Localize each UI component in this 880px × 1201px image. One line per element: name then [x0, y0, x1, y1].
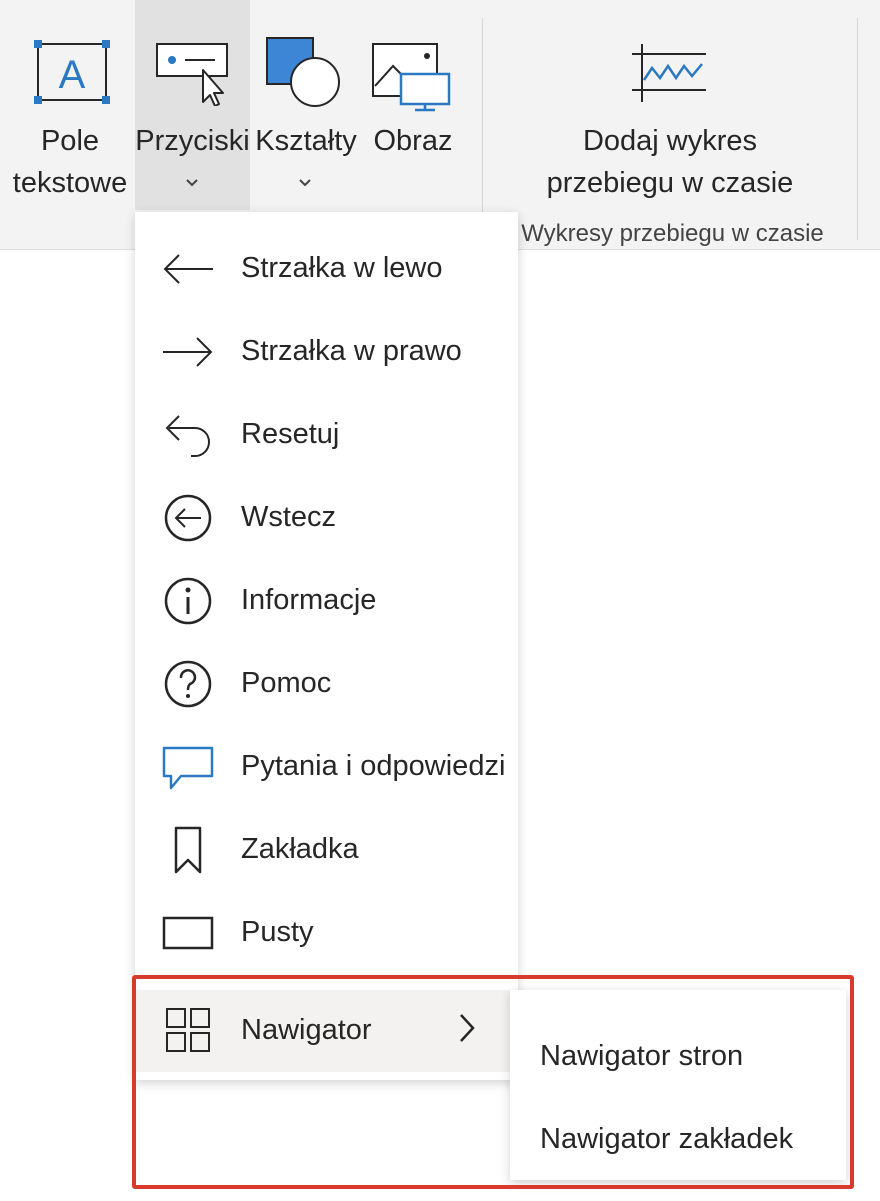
navigator-submenu: Nawigator stron Nawigator zakładek — [510, 990, 846, 1180]
add-timeline-label-1: Dodaj wykres — [582, 125, 758, 157]
arrow-left-icon — [163, 254, 213, 284]
submenu-item-label: Nawigator zakładek — [540, 1123, 794, 1155]
menu-item-back[interactable]: Wstecz — [135, 477, 518, 559]
menu-item-navigator[interactable]: Nawigator — [135, 990, 518, 1072]
back-circle-icon — [164, 494, 212, 542]
submenu-item-label: Nawigator stron — [540, 1040, 744, 1072]
chevron-down-icon — [186, 179, 198, 187]
menu-item-label: Strzałka w prawo — [241, 335, 462, 367]
menu-item-label: Zakładka — [241, 833, 359, 865]
text-box-button[interactable]: A Pole tekstowe — [4, 0, 136, 210]
qna-bubble-icon — [162, 746, 214, 790]
buttons-icon — [156, 43, 228, 106]
shapes-dropdown-button[interactable]: Kształty — [251, 0, 361, 210]
chevron-down-icon — [299, 179, 311, 187]
image-icon — [372, 43, 451, 112]
add-timeline-chart-button[interactable]: Dodaj wykres przebiegu w czasie — [500, 0, 840, 210]
image-label: Obraz — [373, 125, 453, 157]
menu-item-label: Pytania i odpowiedzi — [241, 750, 506, 782]
menu-item-label: Strzałka w lewo — [241, 252, 443, 284]
text-box-icon: A — [34, 40, 110, 104]
menu-item-label: Wstecz — [241, 501, 337, 533]
buttons-label: Przyciski — [135, 125, 250, 157]
arrow-right-icon — [163, 337, 213, 367]
info-icon — [164, 577, 212, 625]
reset-icon — [165, 415, 210, 457]
add-timeline-label-2: przebiegu w czasie — [546, 167, 794, 199]
menu-item-info[interactable]: Informacje — [135, 560, 518, 642]
menu-item-arrow-right[interactable]: Strzałka w prawo — [135, 311, 518, 393]
blank-rectangle-icon — [162, 916, 214, 950]
submenu-item-page-navigator[interactable]: Nawigator stron — [510, 1006, 846, 1088]
navigator-grid-icon — [166, 1008, 210, 1052]
buttons-dropdown-button[interactable]: Przyciski — [135, 0, 250, 210]
menu-item-blank[interactable]: Pusty — [135, 892, 518, 974]
ribbon-group-label: Wykresy przebiegu w czasie — [521, 220, 824, 247]
ribbon-separator — [482, 18, 483, 240]
menu-item-arrow-left[interactable]: Strzałka w lewo — [135, 228, 518, 310]
menu-item-label: Resetuj — [241, 418, 340, 450]
timeline-chart-icon — [632, 44, 706, 102]
image-button[interactable]: Obraz — [363, 0, 463, 210]
shapes-label: Kształty — [255, 125, 357, 157]
help-icon — [164, 660, 212, 708]
menu-item-label: Nawigator — [241, 1014, 372, 1046]
bookmark-icon — [174, 826, 202, 874]
submenu-item-bookmark-navigator[interactable]: Nawigator zakładek — [510, 1089, 846, 1171]
buttons-dropdown-menu: Strzałka w lewo Strzałka w prawo Resetuj… — [135, 212, 518, 1080]
shapes-icon — [266, 37, 340, 107]
chevron-right-icon — [460, 1014, 475, 1042]
text-box-label-2: tekstowe — [12, 167, 128, 199]
menu-item-help[interactable]: Pomoc — [135, 643, 518, 725]
menu-item-label: Pomoc — [241, 667, 332, 699]
text-box-label-1: Pole — [40, 125, 100, 157]
menu-item-label: Pusty — [241, 916, 314, 948]
menu-item-bookmark[interactable]: Zakładka — [135, 809, 518, 891]
menu-item-qna[interactable]: Pytania i odpowiedzi — [135, 726, 518, 808]
svg-text:A: A — [59, 53, 86, 97]
menu-item-reset[interactable]: Resetuj — [135, 394, 518, 476]
menu-item-label: Informacje — [241, 584, 377, 616]
ribbon-separator — [857, 18, 858, 240]
